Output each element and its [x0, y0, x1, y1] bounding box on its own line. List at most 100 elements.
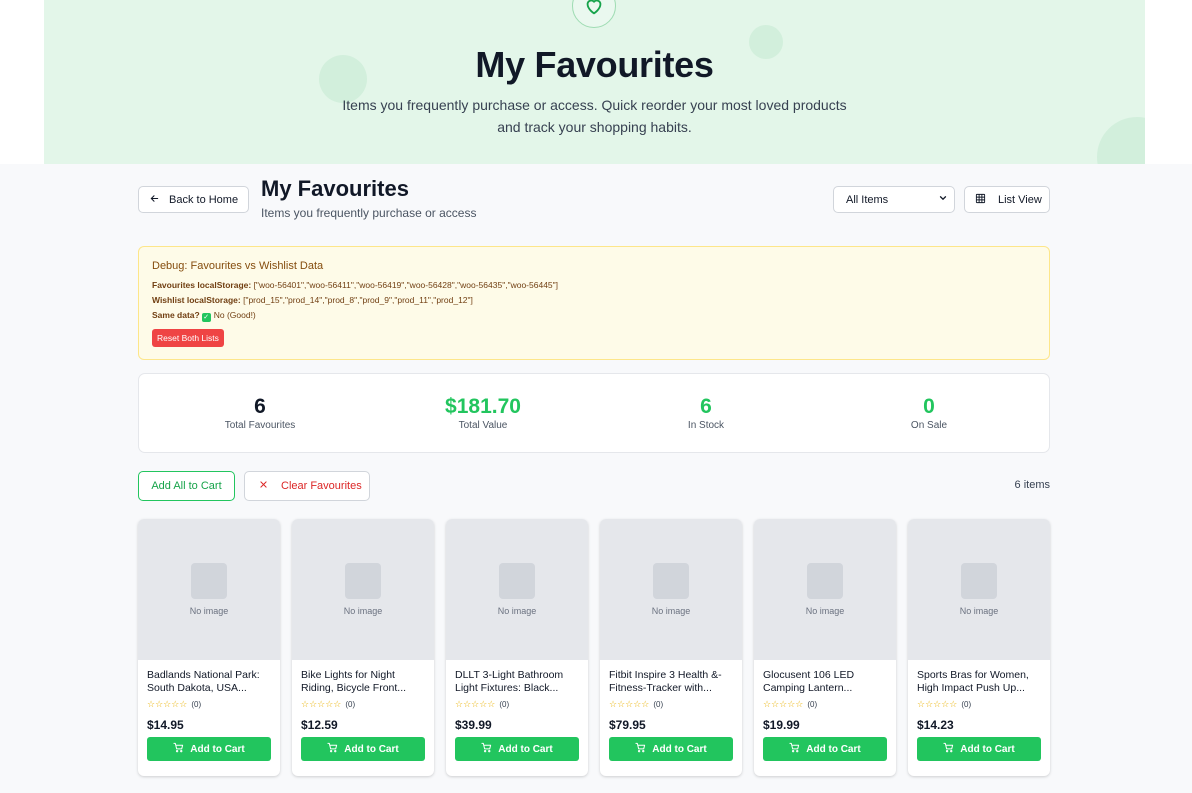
- product-card[interactable]: No image Badlands National Park: South D…: [138, 519, 280, 776]
- back-to-home-label: Back to Home: [169, 193, 239, 206]
- stat-label: Total Favourites: [224, 420, 296, 431]
- review-count: (0): [191, 700, 202, 709]
- debug-wishlist-label: Wishlist localStorage:: [152, 295, 241, 305]
- image-placeholder-icon: [961, 563, 997, 599]
- cart-icon: [173, 742, 184, 756]
- add-to-cart-button[interactable]: Add to Cart: [917, 737, 1041, 761]
- no-image-text: No image: [651, 606, 691, 616]
- filter-select[interactable]: All Items: [833, 186, 955, 213]
- product-name[interactable]: Fitbit Inspire 3 Health &-Fitness-Tracke…: [609, 669, 733, 695]
- grid-icon: [975, 193, 986, 207]
- product-price: $12.59: [301, 718, 338, 732]
- product-image-placeholder: No image: [446, 519, 588, 660]
- debug-wishlist-value: ["prod_15","prod_14","prod_8","prod_9","…: [240, 295, 473, 305]
- cart-icon: [327, 742, 338, 756]
- review-count: (0): [653, 700, 664, 709]
- add-to-cart-label: Add to Cart: [652, 743, 707, 755]
- stat-in-stock: 6 In Stock: [626, 394, 786, 431]
- debug-favourites-line: Favourites localStorage: ["woo-56401","w…: [152, 280, 1049, 290]
- reset-both-lists-button[interactable]: Reset Both Lists: [152, 329, 224, 347]
- product-name[interactable]: Glocusent 106 LED Camping Lantern...: [763, 669, 887, 695]
- stat-label: On Sale: [910, 420, 948, 431]
- stat-value: 6: [700, 395, 712, 418]
- page-subtitle: Items you frequently purchase or access: [261, 206, 477, 220]
- add-to-cart-button[interactable]: Add to Cart: [609, 737, 733, 761]
- stat-total-value: $181.70 Total Value: [403, 394, 563, 431]
- check-icon: ✓: [201, 313, 211, 322]
- add-to-cart-label: Add to Cart: [806, 743, 861, 755]
- product-card[interactable]: No image Fitbit Inspire 3 Health &-Fitne…: [600, 519, 742, 776]
- product-rating: ☆☆☆☆☆ (0): [455, 699, 579, 710]
- product-card[interactable]: No image Sports Bras for Women, High Imp…: [908, 519, 1050, 776]
- product-card[interactable]: No image Bike Lights for Night Riding, B…: [292, 519, 434, 776]
- add-to-cart-label: Add to Cart: [960, 743, 1015, 755]
- product-rating: ☆☆☆☆☆ (0): [609, 699, 733, 710]
- review-count: (0): [499, 700, 510, 709]
- heart-icon: [572, 0, 616, 28]
- product-name[interactable]: Bike Lights for Night Riding, Bicycle Fr…: [301, 669, 425, 695]
- page-title: My Favourites: [261, 176, 409, 201]
- filter-select-value: All Items: [846, 193, 889, 206]
- add-to-cart-button[interactable]: Add to Cart: [455, 737, 579, 761]
- review-count: (0): [807, 700, 818, 709]
- hero-banner: My Favourites Items you frequently purch…: [44, 0, 1145, 164]
- add-to-cart-button[interactable]: Add to Cart: [301, 737, 425, 761]
- list-view-label: List View: [998, 193, 1042, 206]
- add-to-cart-label: Add to Cart: [190, 743, 245, 755]
- image-placeholder-icon: [345, 563, 381, 599]
- product-card[interactable]: No image DLLT 3-Light Bathroom Light Fix…: [446, 519, 588, 776]
- star-icon: ☆☆☆☆☆: [917, 699, 958, 709]
- no-image-text: No image: [805, 606, 845, 616]
- no-image-text: No image: [497, 606, 537, 616]
- list-view-button[interactable]: List View: [964, 186, 1050, 213]
- debug-same-value: No (Good!): [213, 310, 256, 320]
- debug-same-label: Same data?: [152, 310, 200, 320]
- product-image-placeholder: No image: [138, 519, 280, 660]
- add-to-cart-button[interactable]: Add to Cart: [147, 737, 271, 761]
- add-all-to-cart-button[interactable]: Add All to Cart: [138, 471, 235, 501]
- stat-value: 0: [923, 395, 935, 418]
- no-image-text: No image: [959, 606, 999, 616]
- product-rating: ☆☆☆☆☆ (0): [763, 699, 887, 710]
- cart-icon: [943, 742, 954, 756]
- close-icon: [259, 480, 268, 492]
- image-placeholder-icon: [807, 563, 843, 599]
- review-count: (0): [345, 700, 356, 709]
- hero-subtitle-line: Items you frequently purchase or access.…: [342, 97, 847, 113]
- image-placeholder-icon: [499, 563, 535, 599]
- stats-panel: 6 Total Favourites $181.70 Total Value 6…: [138, 373, 1050, 453]
- star-icon: ☆☆☆☆☆: [455, 699, 496, 709]
- arrow-left-icon: [149, 193, 160, 207]
- no-image-text: No image: [189, 606, 229, 616]
- product-name[interactable]: Sports Bras for Women, High Impact Push …: [917, 669, 1041, 695]
- stat-label: Total Value: [458, 420, 508, 431]
- debug-favourites-label: Favourites localStorage:: [152, 280, 252, 290]
- product-price: $39.99: [455, 718, 492, 732]
- items-count: 6 items: [1014, 479, 1050, 491]
- product-name[interactable]: Badlands National Park: South Dakota, US…: [147, 669, 271, 695]
- cart-icon: [635, 742, 646, 756]
- debug-favourites-value: ["woo-56401","woo-56411","woo-56419","wo…: [251, 280, 559, 290]
- star-icon: ☆☆☆☆☆: [301, 699, 342, 709]
- image-placeholder-icon: [191, 563, 227, 599]
- product-price: $19.99: [763, 718, 800, 732]
- product-price: $79.95: [609, 718, 646, 732]
- product-image-placeholder: No image: [754, 519, 896, 660]
- debug-panel: Debug: Favourites vs Wishlist Data Favou…: [138, 246, 1050, 360]
- product-name[interactable]: DLLT 3-Light Bathroom Light Fixtures: Bl…: [455, 669, 579, 695]
- star-icon: ☆☆☆☆☆: [609, 699, 650, 709]
- add-to-cart-button[interactable]: Add to Cart: [763, 737, 887, 761]
- product-card[interactable]: No image Glocusent 106 LED Camping Lante…: [754, 519, 896, 776]
- cart-icon: [789, 742, 800, 756]
- hero-subtitle-line: and track your shopping habits.: [497, 119, 692, 135]
- debug-same-line: Same data? ✓ No (Good!): [152, 310, 1049, 322]
- chevron-down-icon: [938, 193, 948, 206]
- product-price: $14.95: [147, 718, 184, 732]
- product-image-placeholder: No image: [292, 519, 434, 660]
- clear-favourites-button[interactable]: Clear Favourites: [244, 471, 370, 501]
- stat-value: $181.70: [445, 395, 521, 418]
- product-image-placeholder: No image: [908, 519, 1050, 660]
- stat-label: In Stock: [687, 420, 725, 431]
- add-to-cart-label: Add to Cart: [498, 743, 553, 755]
- back-to-home-button[interactable]: Back to Home: [138, 186, 249, 213]
